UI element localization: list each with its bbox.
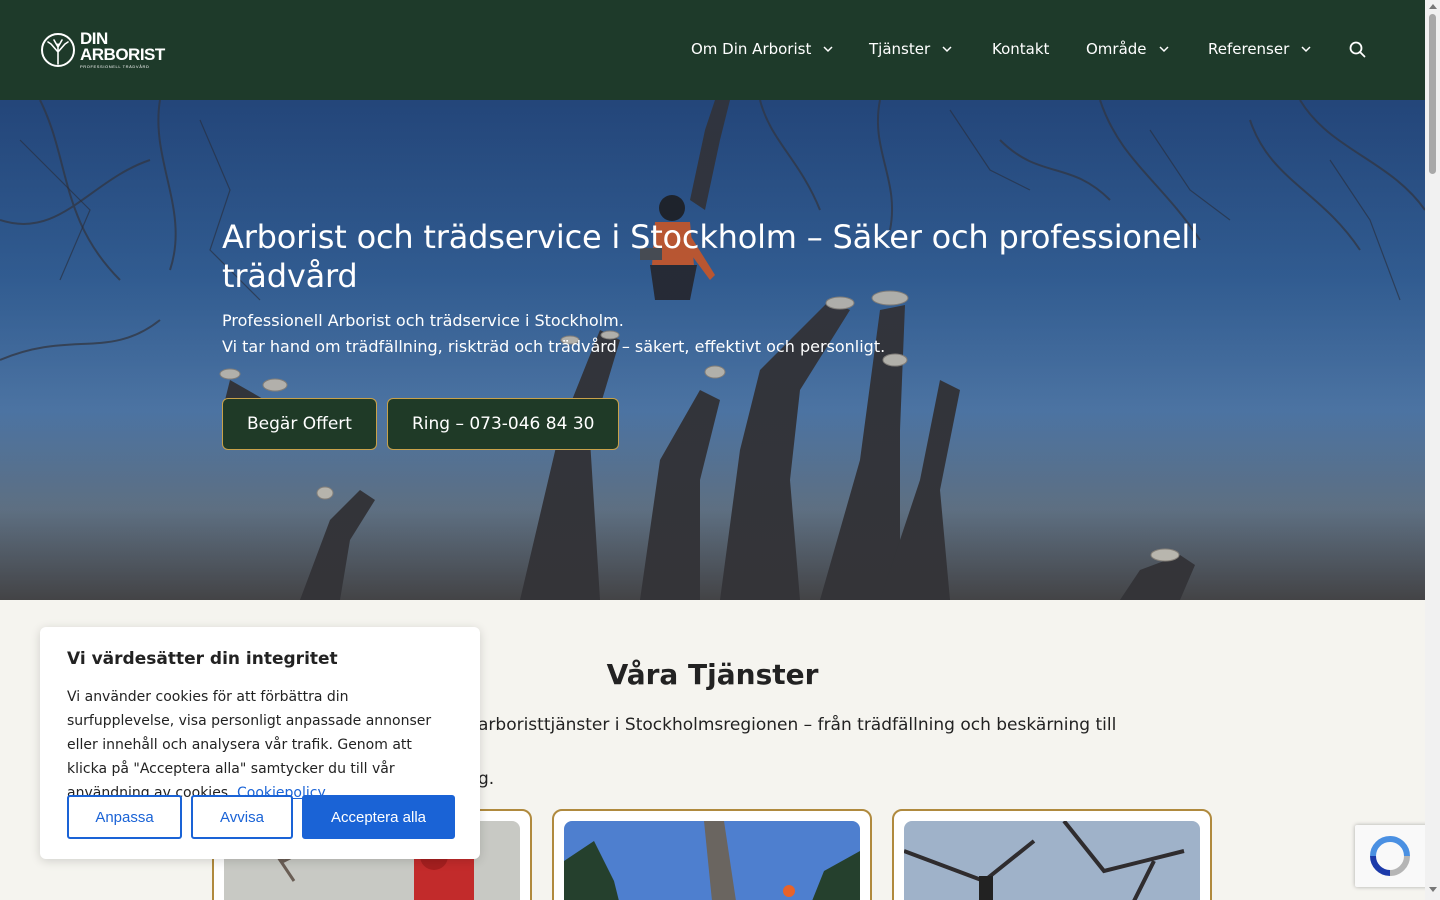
service-photo-3	[904, 821, 1200, 900]
site-header: DIN ARBORIST PROFESSIONELL TRÄDVÅRD Om D…	[0, 0, 1425, 100]
cookie-title: Vi värdesätter din integritet	[67, 649, 338, 669]
chevron-down-icon	[823, 46, 833, 53]
cookie-buttons: Anpassa Avvisa Acceptera alla	[67, 795, 455, 839]
nav-tjanster[interactable]: Tjänster	[869, 40, 952, 58]
hero-title: Arborist och trädservice i Stockholm – S…	[222, 218, 1199, 295]
nav-om-din-arborist[interactable]: Om Din Arborist	[691, 40, 833, 58]
service-card[interactable]	[552, 809, 872, 900]
hero-buttons: Begär Offert Ring – 073-046 84 30	[222, 398, 620, 450]
nav-label: Om Din Arborist	[691, 40, 812, 58]
scroll-down-arrow-icon[interactable]	[1429, 887, 1437, 892]
service-card-image	[564, 821, 860, 900]
nav-label: Område	[1086, 40, 1147, 58]
scroll-up-arrow-icon[interactable]	[1429, 4, 1437, 9]
request-quote-button[interactable]: Begär Offert	[222, 398, 377, 450]
chevron-down-icon	[1159, 46, 1169, 53]
cookie-customize-button[interactable]: Anpassa	[67, 795, 182, 839]
tree-logo-icon	[41, 32, 75, 67]
hero-subtitle-line2: Vi tar hand om trädfällning, riskträd oc…	[222, 337, 886, 356]
logo-line2: ARBORIST	[80, 45, 165, 64]
nav-label: Kontakt	[992, 40, 1050, 58]
recaptcha-badge[interactable]	[1355, 825, 1430, 887]
hero-subtitle-line1: Professionell Arborist och trädservice i…	[222, 311, 624, 330]
cookie-reject-button[interactable]: Avvisa	[191, 795, 293, 839]
nav-label: Referenser	[1208, 40, 1290, 58]
hero-section: Arborist och trädservice i Stockholm – S…	[0, 100, 1425, 600]
nav-kontakt[interactable]: Kontakt	[992, 40, 1049, 58]
search-icon[interactable]	[1349, 41, 1366, 58]
cookie-text: Vi använder cookies för att förbättra di…	[67, 685, 453, 805]
services-desc-line2: g.	[478, 769, 495, 789]
hero-content: Arborist och trädservice i Stockholm – S…	[222, 218, 1222, 360]
page-scrollbar[interactable]	[1425, 0, 1440, 900]
chevron-down-icon	[1301, 46, 1311, 53]
nav-label: Tjänster	[869, 40, 931, 58]
service-card[interactable]	[892, 809, 1212, 900]
cookie-accept-all-button[interactable]: Acceptera alla	[302, 795, 455, 839]
call-button[interactable]: Ring – 073-046 84 30	[386, 398, 620, 450]
hero-subtitle: Professionell Arborist och trädservice i…	[222, 308, 1222, 360]
logo-wordmark: DIN ARBORIST PROFESSIONELL TRÄDVÅRD	[80, 30, 165, 69]
site-logo[interactable]: DIN ARBORIST PROFESSIONELL TRÄDVÅRD	[40, 30, 165, 69]
service-photo-2	[564, 821, 860, 900]
logo-tagline: PROFESSIONELL TRÄDVÅRD	[80, 64, 150, 69]
service-card-image	[904, 821, 1200, 900]
cookie-consent-banner: Vi värdesätter din integritet Vi använde…	[40, 627, 480, 859]
nav-referenser[interactable]: Referenser	[1208, 40, 1311, 58]
nav-omrade[interactable]: Område	[1086, 40, 1169, 58]
chevron-down-icon	[942, 46, 952, 53]
scroll-thumb[interactable]	[1429, 14, 1436, 174]
recaptcha-icon	[1370, 836, 1410, 876]
